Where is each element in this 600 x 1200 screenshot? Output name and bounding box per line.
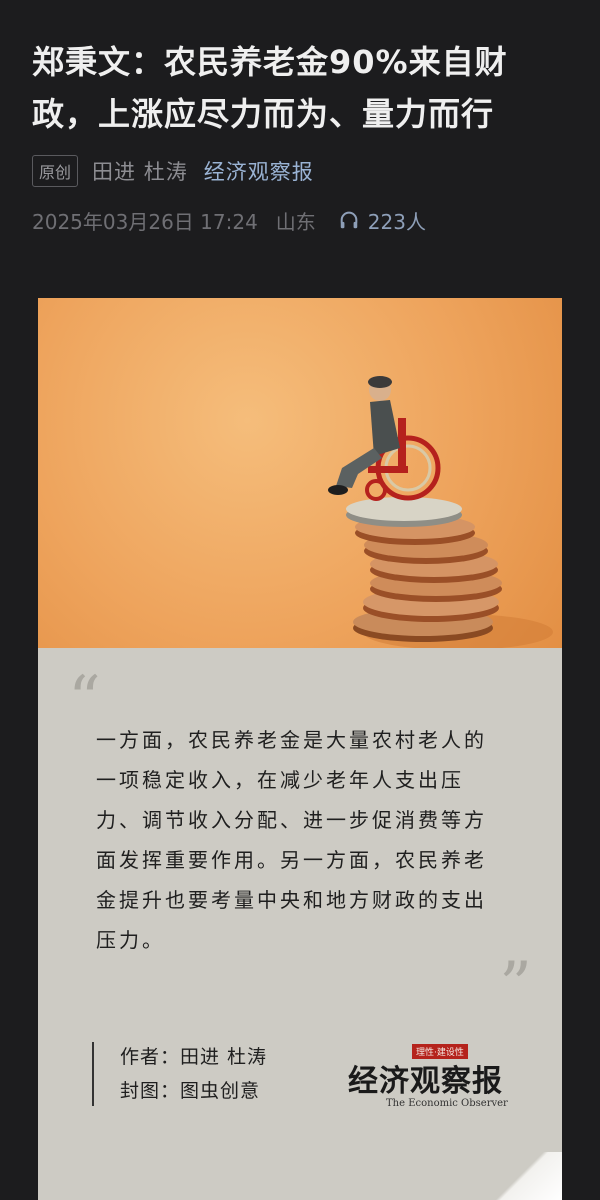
article-title: 郑秉文：农民养老金90%来自财政，上涨应尽力而为、量力而行 bbox=[32, 43, 508, 133]
article-authors: 田进 杜涛 bbox=[92, 160, 188, 184]
article-meta: 2025年03月26日 17:24 山东 223人 bbox=[32, 204, 426, 236]
headphones-icon bbox=[340, 211, 358, 229]
quote-panel: “ 一方面，农民养老金是大量农村老人的一项稳定收入，在减少老年人支出压力、调节收… bbox=[38, 648, 562, 1200]
byline: 原创 田进 杜涛 经济观察报 bbox=[32, 154, 314, 188]
logo-chinese: 经济观察报 bbox=[348, 1064, 503, 1099]
cover-photo bbox=[38, 298, 562, 648]
listen-count: 223人 bbox=[367, 209, 426, 234]
cover-credit: 封图：图虫创意 bbox=[120, 1080, 261, 1102]
publish-datetime: 2025年03月26日 17:24 bbox=[32, 209, 258, 234]
coin-stack-wheelchair-illustration bbox=[328, 376, 553, 648]
publish-location: 山东 bbox=[275, 209, 316, 234]
quote-text: 一方面，农民养老金是大量农村老人的一项稳定收入，在减少老年人支出压力、调节收入分… bbox=[96, 728, 487, 952]
credits: 作者：田进 杜涛 封图：图虫创意 bbox=[120, 1040, 267, 1108]
publisher-logo: 理性·建设性 经济观察报 The Economic Observer bbox=[348, 1044, 538, 1114]
author-credit: 作者：田进 杜涛 bbox=[120, 1046, 268, 1068]
credit-divider bbox=[92, 1042, 94, 1106]
original-tag: 原创 bbox=[32, 155, 79, 187]
page-curl-decoration bbox=[482, 1152, 562, 1200]
article-cover-card: “ 一方面，农民养老金是大量农村老人的一项稳定收入，在减少老年人支出压力、调节收… bbox=[38, 298, 562, 1200]
listen-button[interactable]: 223人 bbox=[338, 206, 426, 235]
logo-english: The Economic Observer bbox=[386, 1098, 508, 1109]
close-quote-mark: ” bbox=[499, 949, 532, 1023]
source-link[interactable]: 经济观察报 bbox=[204, 156, 314, 186]
